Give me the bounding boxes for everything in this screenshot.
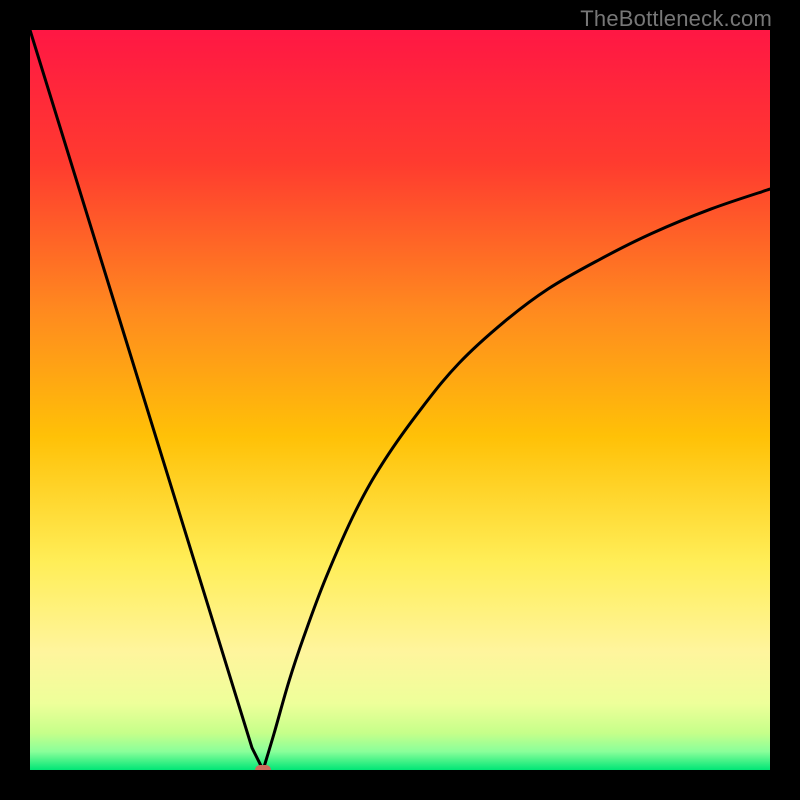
minimum-marker [255,765,271,770]
chart-frame: TheBottleneck.com [0,0,800,800]
watermark-text: TheBottleneck.com [580,6,772,32]
gradient-background [30,30,770,770]
chart-svg [30,30,770,770]
plot-area [30,30,770,770]
